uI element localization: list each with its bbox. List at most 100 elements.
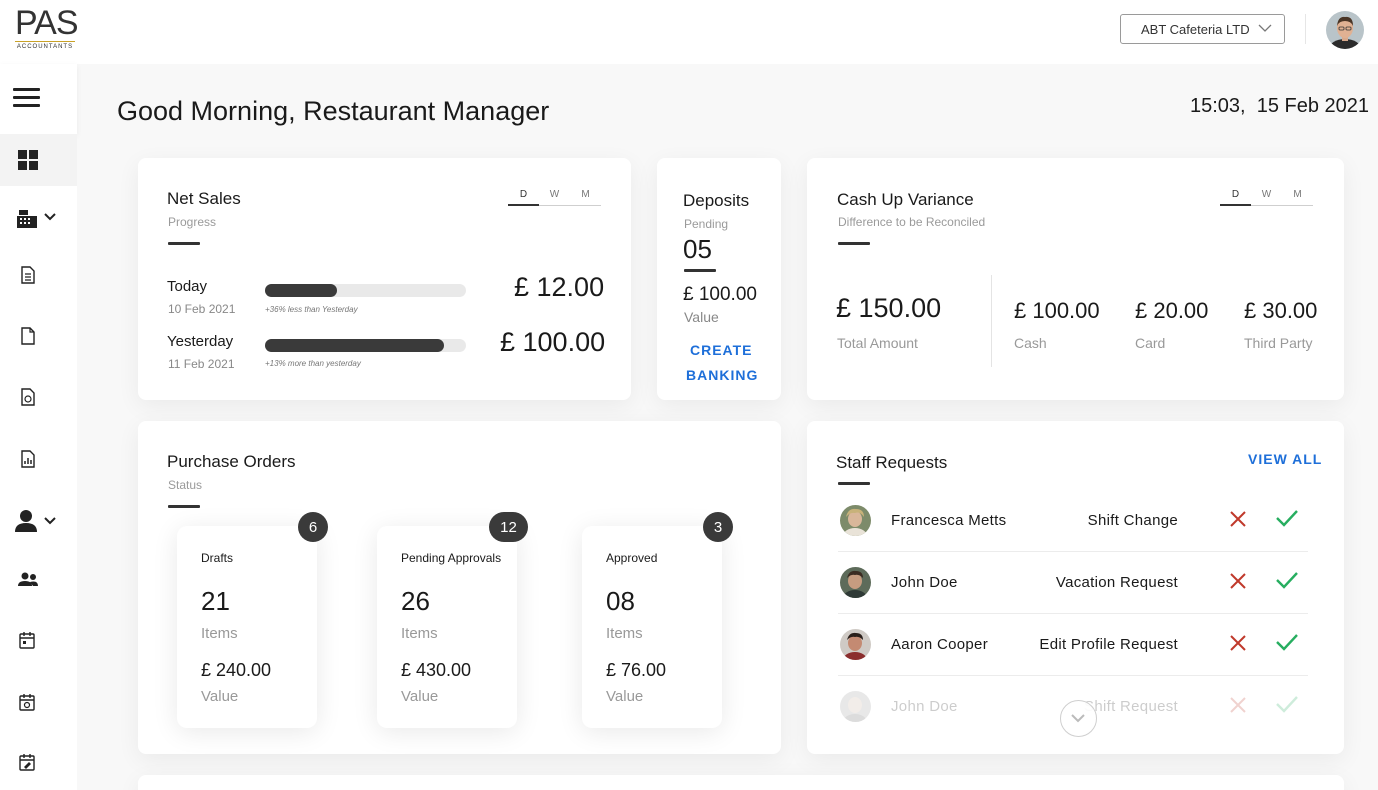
chevron-down-icon — [1071, 714, 1085, 723]
deposits-pending-count: 05 — [683, 234, 712, 264]
po-approved-count-label: Items — [606, 625, 643, 642]
calendar-icon — [19, 632, 35, 649]
po-approved-label: Approved — [606, 551, 658, 565]
sidebar-item-team[interactable] — [18, 572, 39, 588]
cash-up-total: £ 150.00 — [836, 293, 942, 323]
request-type: Shift Change — [1087, 512, 1178, 529]
request-name: Aaron Cooper — [891, 636, 988, 653]
sidebar-item-documents[interactable] — [21, 266, 35, 284]
sidebar-item-calendar[interactable] — [19, 631, 35, 649]
po-drafts-value-label: Value — [201, 688, 239, 705]
today-note: +36% less than Yesterday — [265, 305, 358, 314]
approve-icon[interactable] — [1275, 694, 1299, 714]
money-file-icon — [21, 388, 35, 406]
today-amount: £ 12.00 — [514, 272, 605, 302]
po-pending-count-label: Items — [401, 625, 438, 642]
sidebar-item-dashboard[interactable] — [0, 134, 77, 186]
po-pending-value: £ 430.00 — [401, 660, 472, 680]
today-date: 10 Feb 2021 — [168, 302, 236, 316]
yesterday-note: +13% more than yesterday — [265, 359, 361, 368]
deposits-value: £ 100.00 — [683, 284, 757, 305]
company-select[interactable]: ABT Cafeteria LTD — [1120, 14, 1285, 44]
reject-icon[interactable] — [1229, 510, 1247, 528]
sidebar-item-user[interactable] — [14, 509, 60, 533]
third-party-label: Third Party — [1244, 335, 1313, 351]
cash-up-title: Cash Up Variance — [837, 190, 974, 209]
approve-icon[interactable] — [1275, 508, 1299, 528]
tab-day[interactable]: D — [508, 189, 539, 206]
po-approved-value-label: Value — [606, 688, 644, 705]
avatar-image — [1326, 11, 1364, 49]
purchase-orders-title: Purchase Orders — [167, 452, 296, 471]
po-approved-count: 08 — [606, 586, 635, 616]
reject-icon[interactable] — [1229, 572, 1247, 590]
company-select-value: ABT Cafeteria LTD — [1141, 21, 1250, 37]
tab-day[interactable]: D — [1220, 189, 1251, 206]
request-type: Vacation Request — [1055, 574, 1178, 591]
po-drafts-label: Drafts — [201, 551, 234, 565]
top-bar: PAS ACCOUNTANTS ABT Cafeteria LTD — [0, 0, 1378, 64]
logo-subtext: ACCOUNTANTS — [16, 44, 74, 50]
request-type: Shift Request — [1084, 698, 1178, 715]
yesterday-label: Yesterday — [167, 333, 234, 350]
menu-button[interactable] — [0, 64, 77, 134]
reject-icon[interactable] — [1229, 634, 1247, 652]
pas-logo[interactable]: PAS ACCOUNTANTS — [15, 4, 79, 52]
po-pending-badge: 12 — [489, 512, 528, 542]
next-card — [138, 775, 1344, 790]
request-type: Edit Profile Request — [1039, 636, 1178, 653]
chevron-down-icon — [44, 517, 56, 525]
approve-icon[interactable] — [1275, 570, 1299, 590]
create-banking-link-line2[interactable]: BANKING — [686, 367, 758, 383]
po-pending-value-label: Value — [401, 688, 439, 705]
list-item: Aaron Cooper Edit Profile Request — [838, 614, 1308, 676]
third-party-amount: £ 30.00 — [1244, 298, 1318, 323]
sidebar-item-schedule[interactable] — [19, 693, 35, 711]
reject-icon[interactable] — [1229, 696, 1247, 714]
tab-week[interactable]: W — [1251, 189, 1282, 206]
net-sales-period-tabs: D W M — [508, 189, 601, 206]
logo-text: PAS — [15, 4, 79, 42]
file-icon — [21, 327, 35, 345]
tab-month[interactable]: M — [1282, 189, 1313, 206]
approve-icon[interactable] — [1275, 632, 1299, 652]
sidebar-item-cash-register[interactable] — [17, 208, 62, 230]
net-sales-subtitle: Progress — [168, 215, 217, 229]
view-all-link[interactable]: VIEW ALL — [1248, 451, 1322, 467]
request-name: Francesca Metts — [891, 512, 1007, 529]
avatar — [840, 567, 871, 598]
sidebar-item-reports[interactable] — [21, 450, 35, 468]
deposits-pending-label: Pending — [684, 217, 729, 231]
tab-week[interactable]: W — [539, 189, 570, 206]
today-progress-fill — [265, 284, 338, 297]
avatar — [840, 691, 871, 722]
po-pending-label: Pending Approvals — [401, 551, 502, 565]
chevron-down-icon — [44, 213, 56, 221]
sidebar-item-money[interactable] — [21, 388, 35, 406]
user-avatar[interactable] — [1326, 11, 1364, 49]
po-pending-count: 26 — [401, 586, 430, 616]
scroll-down-button[interactable] — [1060, 700, 1097, 737]
document-icon — [21, 266, 35, 284]
sidebar-item-files[interactable] — [21, 327, 35, 345]
report-icon — [21, 450, 35, 468]
list-item: John Doe Vacation Request — [838, 552, 1308, 614]
net-sales-title: Net Sales — [167, 189, 241, 208]
po-drafts-count-label: Items — [201, 625, 238, 642]
avatar — [840, 629, 871, 660]
purchase-orders-subtitle: Status — [168, 478, 203, 492]
cash-register-icon — [17, 210, 56, 228]
divider — [1305, 14, 1306, 44]
request-name: John Doe — [891, 574, 958, 591]
yesterday-date: 11 Feb 2021 — [168, 357, 235, 371]
yesterday-progress-fill — [265, 339, 444, 352]
tab-month[interactable]: M — [570, 189, 601, 206]
po-approved-badge: 3 — [703, 512, 733, 542]
sidebar — [0, 64, 77, 790]
card-label: Card — [1135, 335, 1166, 351]
po-drafts-box[interactable] — [177, 526, 317, 728]
sidebar-item-rota[interactable] — [19, 753, 35, 771]
po-drafts-badge: 6 — [298, 512, 328, 542]
create-banking-link-line1[interactable]: CREATE — [690, 342, 753, 358]
cash-up-total-label: Total Amount — [837, 335, 918, 351]
